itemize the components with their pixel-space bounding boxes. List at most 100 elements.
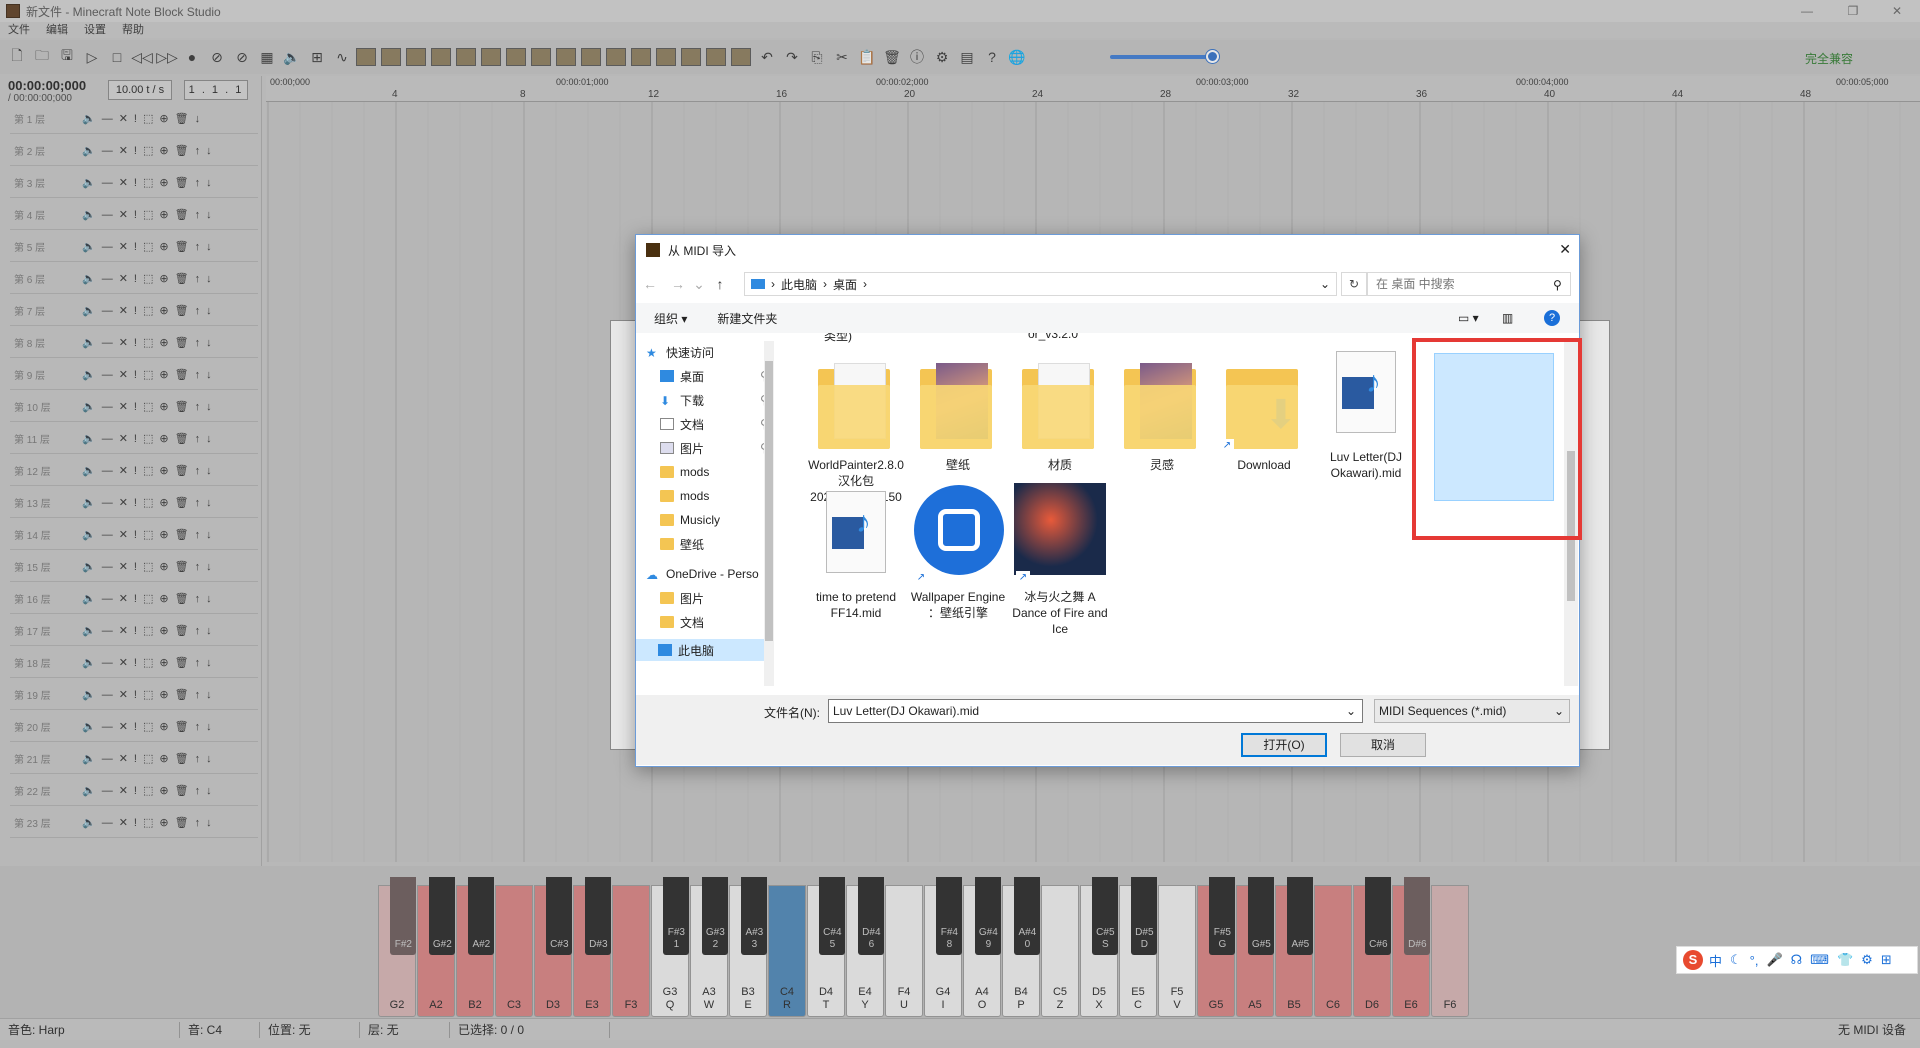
download-arrow-icon: ⬇ [660,394,671,408]
filename-row: 文件名(N): Luv Letter(DJ Okawari).mid ⌄ MID… [636,695,1579,765]
nav-label: 文档 [680,417,705,432]
file-item[interactable]: ♪ time to pretend FF14.mid [802,487,910,621]
shortcut-arrow-icon: ↗ [1220,439,1234,453]
folder-icon [660,616,674,628]
nav-label: OneDrive - Perso [666,567,759,581]
preview-pane-icon[interactable]: ▥ [1502,311,1513,325]
file-item[interactable]: ♪ Luv Letter(DJ Okawari).mid [1312,347,1420,481]
grid-menu-icon[interactable]: ⊞ [1881,952,1892,968]
nav-od-pictures[interactable]: 图片 [660,587,800,609]
file-item[interactable]: ⬇↗ Download [1210,355,1318,473]
folder-icon [660,490,674,502]
sogou-logo-icon: S [1683,950,1703,970]
nav-label: 快速访问 [666,345,715,360]
star-icon: ★ [646,346,657,360]
breadcrumb-thispc[interactable]: 此电脑 [781,276,817,293]
ime-mode-label[interactable]: 中 [1709,951,1722,970]
file-item[interactable]: 壁纸 [904,355,1012,473]
nav-wallpaper[interactable]: 壁纸 [660,533,800,555]
forward-nav-icon[interactable]: → [664,276,692,292]
address-dropdown-icon[interactable]: ⌄ [1320,277,1330,291]
nav-label: 图片 [680,591,705,606]
filename-input[interactable]: Luv Letter(DJ Okawari).mid [828,699,1363,723]
recent-chevron-icon[interactable]: ⌄ [692,276,706,293]
folder-icon [660,538,674,550]
dialog-title: 从 MIDI 导入 [668,243,736,258]
back-icon[interactable]: ← [636,276,664,292]
file-name: 壁纸 [945,458,970,472]
nav-label: mods [680,489,710,503]
dialog-titlebar: 从 MIDI 导入 [636,235,1579,265]
folder-icon [660,466,674,478]
midi-file-icon: ♪ [1322,347,1410,445]
nav-od-documents[interactable]: 文档 [660,611,800,633]
file-item[interactable]: 灵感 [1108,355,1216,473]
folder-icon [914,355,1002,453]
nav-scrollbar[interactable] [764,341,774,686]
partial-label-2: or_v3.2.0 [1028,333,1079,341]
search-icon: ⚲ [1553,278,1562,292]
download-folder-icon: ⬇↗ [1220,355,1308,453]
ime-toolbar[interactable]: S 中 ☾ °, 🎤 ☊ ⌨ 👕 ⚙ ⊞ [1676,946,1918,974]
folder-icon [660,592,674,604]
file-name: 灵感 [1149,458,1174,472]
open-button[interactable]: 打开(O) [1241,733,1327,757]
nav-label: 此电脑 [678,643,715,658]
nav-downloads[interactable]: ⬇下载⚲ [660,389,800,411]
keyboard-icon[interactable]: ⌨ [1810,952,1829,968]
nav-musicly[interactable]: Musicly [660,509,800,531]
filetype-dropdown-icon[interactable]: ⌄ [1554,704,1564,718]
midi-file-icon: ♪ [812,487,900,585]
nav-label: mods [680,465,710,479]
folder-icon [812,355,900,453]
folder-icon [1118,355,1206,453]
nav-pictures[interactable]: 图片⚲ [660,437,800,459]
nav-documents[interactable]: 文档⚲ [660,413,800,435]
nav-desktop[interactable]: 桌面⚲ [660,365,800,387]
pc-icon [751,279,765,289]
mic-icon[interactable]: 🎤 [1766,952,1782,968]
punct-icon[interactable]: °, [1750,953,1759,968]
game-icon: ↗ [1014,483,1106,585]
view-icon[interactable]: ▭ ▾ [1458,311,1479,325]
new-folder-button[interactable]: 新建文件夹 [717,310,777,327]
file-item[interactable]: ↗ 冰与火之舞 A Dance of Fire and Ice [1006,483,1114,637]
up-icon[interactable]: ↑ [706,276,734,292]
nav-mods-2[interactable]: mods [660,485,800,507]
refresh-icon[interactable]: ↻ [1341,272,1367,296]
nav-label: 桌面 [680,369,705,384]
command-bar: 组织 ▾ 新建文件夹 ▭ ▾ ▥ ? [636,303,1579,333]
nav-label: 图片 [680,441,705,456]
nav-label: 下载 [680,393,705,408]
help-circle-icon[interactable]: ? [1544,310,1560,326]
breadcrumb-sep-icon: › [823,277,828,291]
file-item[interactable]: ↗ Wallpaper Engine ：壁纸引擎 [904,485,1012,621]
nav-this-pc[interactable]: 此电脑 [636,639,764,661]
file-item[interactable]: 材质 [1006,355,1114,473]
headset-icon[interactable]: ☊ [1791,952,1803,968]
file-name: time to pretend FF14.mid [815,590,897,620]
document-icon [660,418,674,430]
dialog-close-icon[interactable]: ✕ [1559,241,1571,258]
nav-label: 文档 [680,615,705,630]
search-input[interactable]: 在 桌面 中搜索 [1367,272,1571,296]
address-bar[interactable]: › 此电脑 › 桌面 › ⌄ [744,272,1337,296]
cancel-button[interactable]: 取消 [1340,733,1426,757]
folder-icon [1016,355,1104,453]
address-row: ← → ⌄ ↑ › 此电脑 › 桌面 › ⌄ ↻ 在 桌面 中搜索 ⚲ [636,269,1579,299]
navigation-pane: ★快速访问 桌面⚲ ⬇下载⚲ 文档⚲ 图片⚲ mods mods Musicly… [636,341,776,686]
breadcrumb-desktop[interactable]: 桌面 [833,276,857,293]
filetype-select[interactable]: MIDI Sequences (*.mid) [1374,699,1570,723]
folder-icon [660,514,674,526]
file-name: Download [1237,458,1291,472]
nav-mods-1[interactable]: mods [660,461,800,483]
nav-label: 壁纸 [680,537,705,552]
nav-scroll-thumb[interactable] [765,361,773,641]
organize-button[interactable]: 组织 ▾ [654,310,687,327]
tools-icon[interactable]: ⚙ [1861,952,1873,968]
shirt-icon[interactable]: 👕 [1837,952,1853,968]
file-name: Luv Letter(DJ Okawari).mid [1329,450,1403,480]
file-item[interactable]: WorldPainter2.8.0 汉化包 20210501110150 [802,355,910,505]
filename-dropdown-icon[interactable]: ⌄ [1346,704,1356,718]
moon-icon[interactable]: ☾ [1730,952,1742,968]
